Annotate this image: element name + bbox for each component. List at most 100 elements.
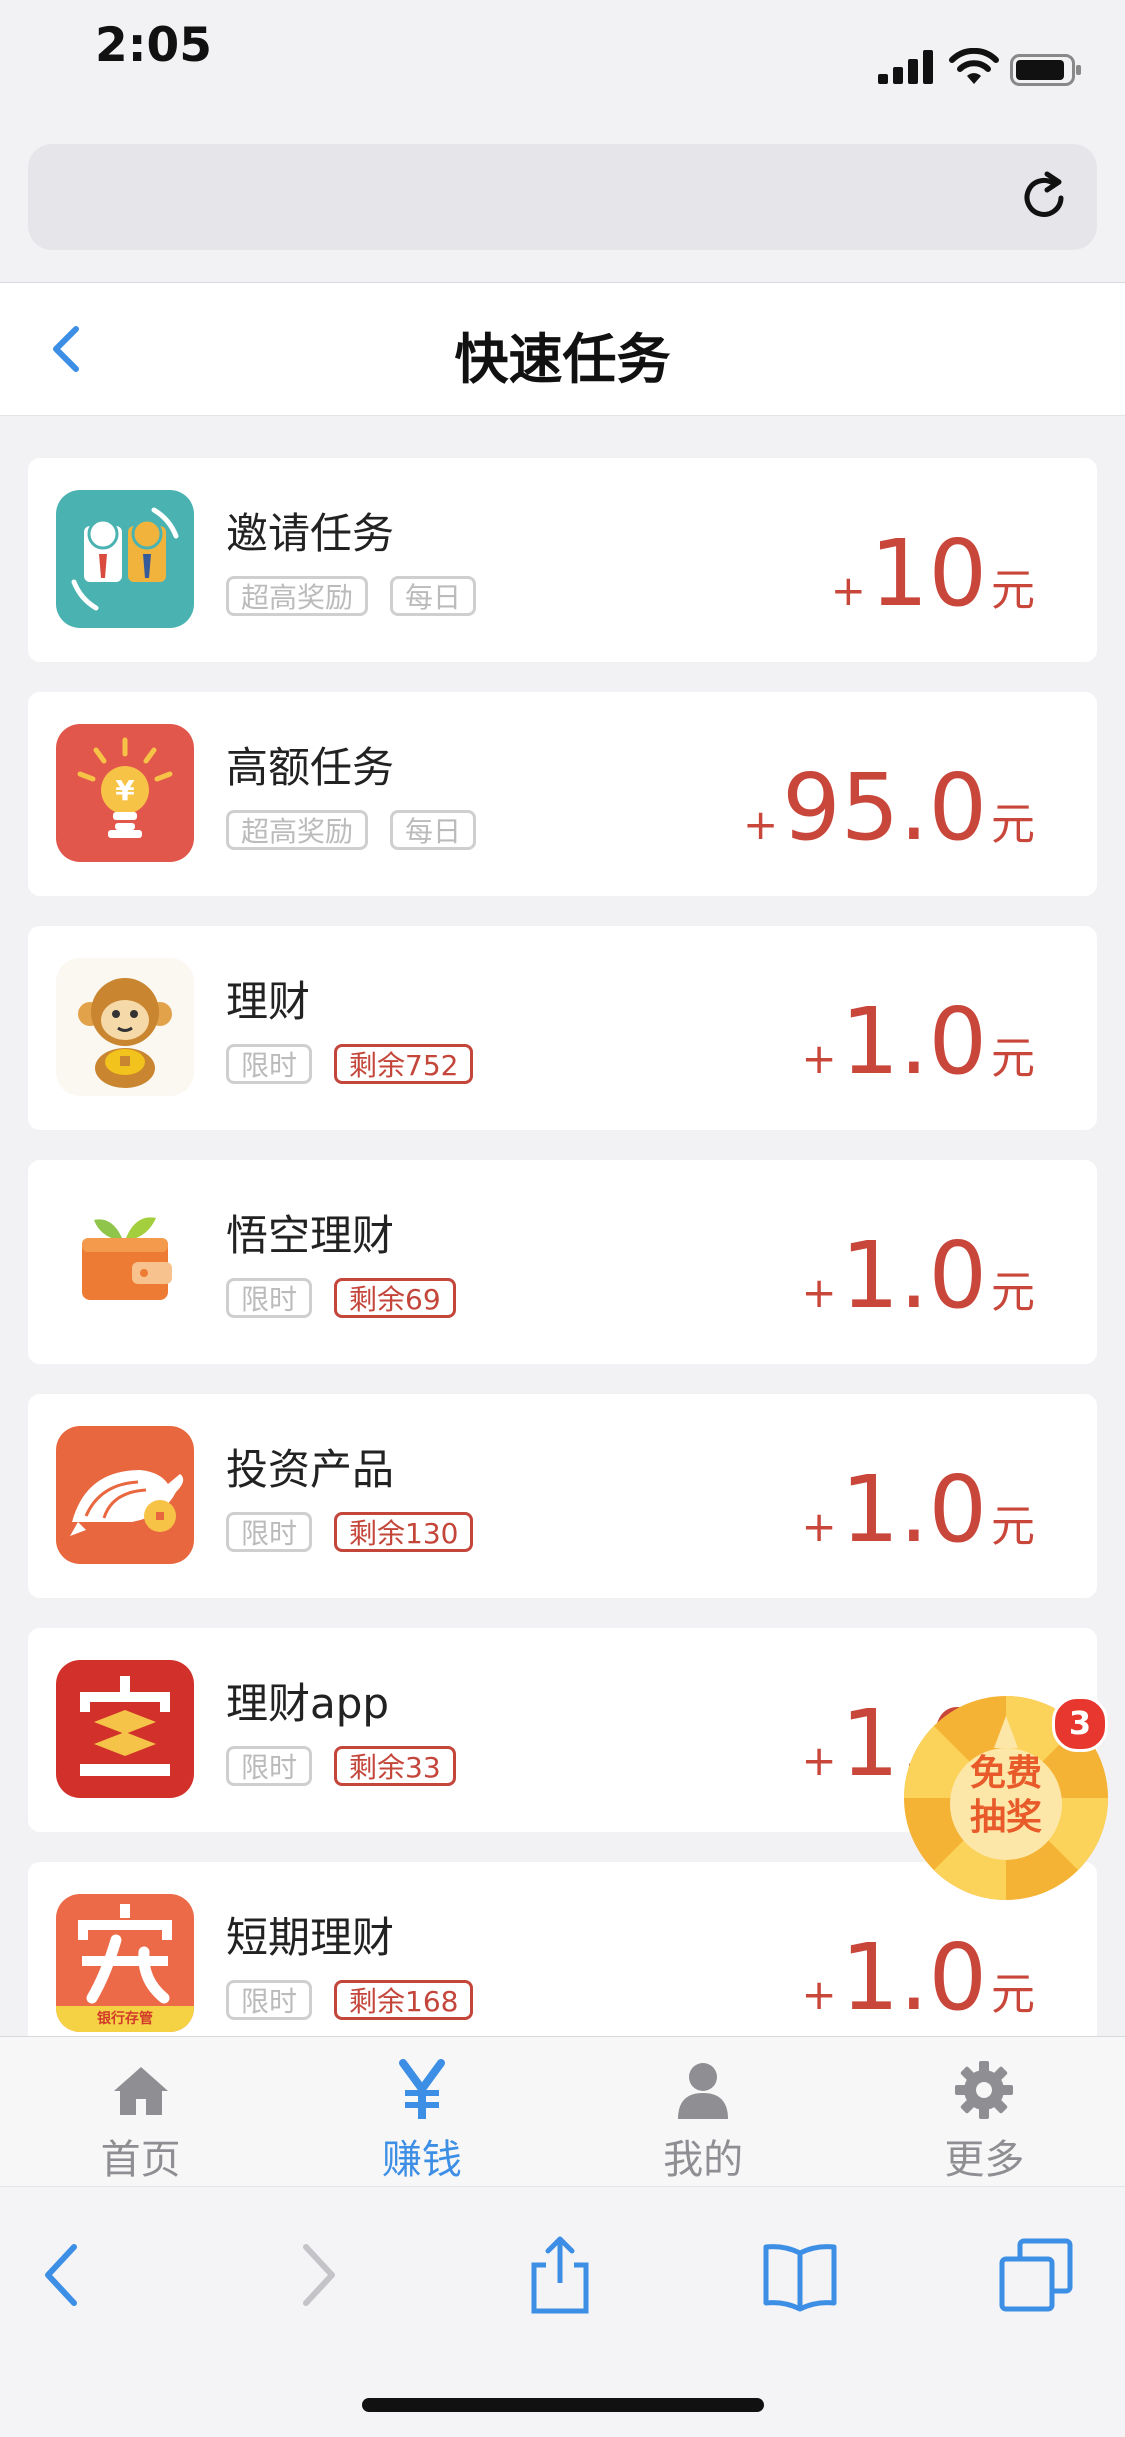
bookmarks-button[interactable] bbox=[760, 2235, 840, 2315]
reward-plus: + bbox=[801, 1502, 837, 1551]
task-reward: + 95.0 元 bbox=[743, 762, 1035, 854]
tab-label: 我的 bbox=[663, 2137, 744, 2183]
task-title: 理财app bbox=[226, 1679, 390, 1728]
turtle-icon bbox=[56, 1426, 194, 1564]
status-time: 2:05 bbox=[95, 18, 212, 73]
an-logo-icon: 银行存管 bbox=[56, 1894, 194, 2032]
task-tags: 限时 剩余168 bbox=[226, 1980, 474, 2020]
task-tag: 限时 bbox=[226, 1980, 313, 2020]
task-reward: + 10 元 bbox=[831, 528, 1035, 620]
nav-header: 快速任务 bbox=[0, 282, 1125, 416]
reload-icon[interactable] bbox=[1017, 168, 1073, 224]
task-tag: 超高奖励 bbox=[226, 576, 369, 616]
lottery-label: 免费 抽奖 bbox=[900, 1752, 1112, 1840]
tab-label: 赚钱 bbox=[381, 2137, 462, 2183]
task-title: 短期理财 bbox=[226, 1913, 395, 1962]
reward-unit: 元 bbox=[991, 1267, 1035, 1318]
tab-label: 更多 bbox=[944, 2137, 1025, 2183]
task-card[interactable]: ¥ 高额任务 超高奖励 每日 + 95.0 元 bbox=[28, 692, 1097, 896]
remaining-tag: 剩余130 bbox=[334, 1512, 474, 1552]
tab-bar: 首页 赚钱 我的 更多 bbox=[0, 2036, 1125, 2187]
invite-icon bbox=[56, 490, 194, 628]
lottery-count-badge: 3 bbox=[1052, 1696, 1108, 1752]
reward-plus: + bbox=[742, 800, 779, 849]
reward-plus: + bbox=[801, 1970, 837, 2019]
remaining-tag: 剩余752 bbox=[334, 1044, 474, 1084]
task-title: 投资产品 bbox=[226, 1445, 395, 1494]
reward-amount: 1.0 bbox=[840, 1924, 987, 2031]
wallet-icon bbox=[56, 1192, 194, 1330]
task-title: 悟空理财 bbox=[226, 1211, 395, 1260]
gear-icon bbox=[955, 2061, 1014, 2119]
chevron-left-icon bbox=[45, 2244, 77, 2306]
task-tag: 每日 bbox=[390, 810, 477, 850]
share-button[interactable] bbox=[520, 2235, 600, 2315]
home-icon bbox=[113, 2067, 168, 2115]
browser-back-button[interactable] bbox=[24, 2235, 104, 2315]
reward-amount: 1.0 bbox=[840, 988, 987, 1095]
task-tag: 限时 bbox=[226, 1746, 313, 1786]
task-tag: 每日 bbox=[390, 576, 477, 616]
yuan-icon bbox=[398, 2059, 445, 2119]
reward-unit: 元 bbox=[991, 799, 1035, 850]
tab-mine[interactable]: 我的 bbox=[563, 2037, 844, 2187]
task-tags: 限时 剩余752 bbox=[226, 1044, 474, 1084]
share-icon bbox=[531, 2236, 589, 2314]
tab-label: 首页 bbox=[100, 2137, 181, 2183]
task-tags: 超高奖励 每日 bbox=[226, 810, 477, 850]
task-title: 邀请任务 bbox=[226, 509, 395, 558]
cellular-signal-icon bbox=[878, 50, 933, 84]
task-tag: 限时 bbox=[226, 1512, 313, 1552]
task-tags: 限时 剩余130 bbox=[226, 1512, 474, 1552]
reward-amount: 95.0 bbox=[782, 754, 987, 861]
tabs-button[interactable] bbox=[996, 2235, 1076, 2315]
lottery-label-line2: 抽奖 bbox=[969, 1797, 1042, 1838]
reward-amount: 1.0 bbox=[840, 1222, 987, 1329]
task-title: 高额任务 bbox=[226, 743, 395, 792]
wifi-icon bbox=[949, 48, 999, 84]
yi-logo-icon bbox=[56, 1660, 194, 1798]
address-bar[interactable] bbox=[28, 144, 1097, 250]
task-card[interactable]: 投资产品 限时 剩余130 + 1.0 元 bbox=[28, 1394, 1097, 1598]
task-card[interactable]: 理财 限时 剩余752 + 1.0 元 bbox=[28, 926, 1097, 1130]
remaining-tag: 剩余33 bbox=[334, 1746, 456, 1786]
task-card[interactable]: 悟空理财 限时 剩余69 + 1.0 元 bbox=[28, 1160, 1097, 1364]
task-tag: 超高奖励 bbox=[226, 810, 369, 850]
chevron-right-icon bbox=[303, 2244, 335, 2306]
reward-plus: + bbox=[801, 1268, 837, 1317]
reward-amount: 10 bbox=[869, 520, 987, 627]
reward-plus: + bbox=[830, 566, 866, 615]
home-indicator bbox=[362, 2398, 764, 2412]
reward-unit: 元 bbox=[991, 1501, 1035, 1552]
monkey-icon bbox=[56, 958, 194, 1096]
tab-more[interactable]: 更多 bbox=[844, 2037, 1125, 2187]
browser-forward-button[interactable] bbox=[276, 2235, 356, 2315]
user-icon bbox=[678, 2063, 729, 2119]
svg-text:¥: ¥ bbox=[115, 774, 135, 807]
page-title: 快速任务 bbox=[454, 328, 671, 391]
task-reward: + 1.0 元 bbox=[801, 1932, 1035, 2024]
book-icon bbox=[763, 2244, 837, 2312]
tab-earn[interactable]: 赚钱 bbox=[281, 2037, 562, 2187]
lightbulb-yuan-icon: ¥ bbox=[56, 724, 194, 862]
task-tag: 限时 bbox=[226, 1044, 313, 1084]
lottery-label-line1: 免费 bbox=[969, 1753, 1042, 1794]
task-tags: 超高奖励 每日 bbox=[226, 576, 477, 616]
reward-amount: 1.0 bbox=[840, 1456, 987, 1563]
task-reward: + 1.0 元 bbox=[801, 1464, 1035, 1556]
task-reward: + 1.0 元 bbox=[801, 1230, 1035, 1322]
reward-unit: 元 bbox=[991, 1969, 1035, 2020]
free-lottery-button[interactable]: 免费 抽奖 3 bbox=[900, 1692, 1112, 1904]
remaining-tag: 剩余69 bbox=[334, 1278, 456, 1318]
remaining-tag: 剩余168 bbox=[334, 1980, 474, 2020]
task-reward: + 1.0 元 bbox=[801, 996, 1035, 1088]
tabs-icon bbox=[999, 2238, 1073, 2312]
task-tags: 限时 剩余69 bbox=[226, 1278, 456, 1318]
tab-home[interactable]: 首页 bbox=[0, 2037, 281, 2187]
task-tags: 限时 剩余33 bbox=[226, 1746, 456, 1786]
task-card[interactable]: 邀请任务 超高奖励 每日 + 10 元 bbox=[28, 458, 1097, 662]
status-bar: 2:05 bbox=[0, 0, 1125, 130]
reward-plus: + bbox=[801, 1736, 837, 1785]
task-title: 理财 bbox=[226, 977, 311, 1026]
reward-plus: + bbox=[801, 1034, 837, 1083]
